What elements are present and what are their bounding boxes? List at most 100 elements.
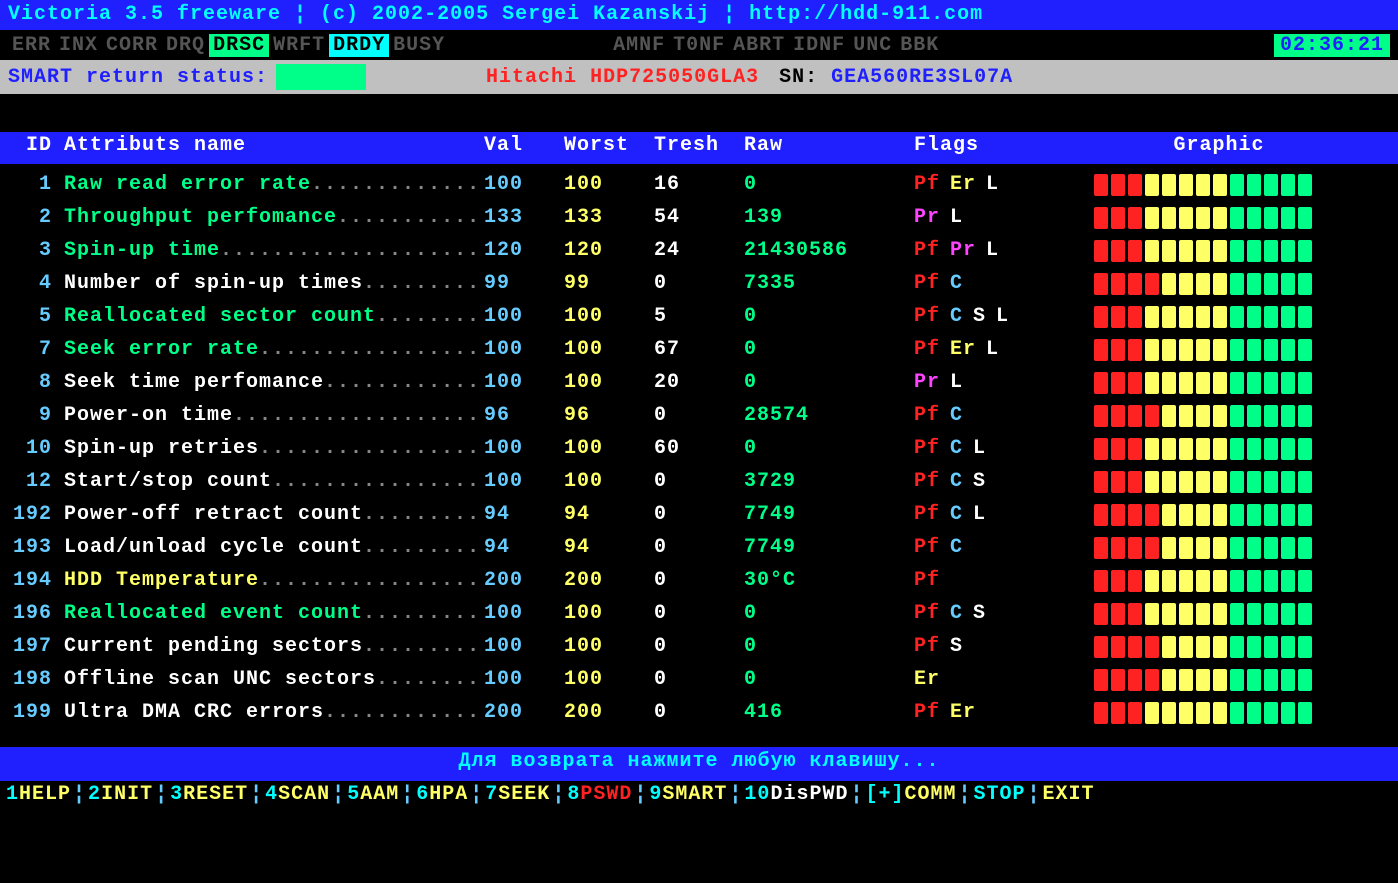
attr-raw: 139 xyxy=(744,206,914,229)
menu-pswd[interactable]: 8PSWD xyxy=(565,783,634,813)
menu-init[interactable]: 2INIT xyxy=(86,783,155,813)
bar-block xyxy=(1145,405,1159,427)
menu-dispwd[interactable]: 10DisPWD xyxy=(742,783,850,813)
menu-smart[interactable]: 9SMART xyxy=(647,783,729,813)
bar-block xyxy=(1111,207,1125,229)
bar-block xyxy=(1145,339,1159,361)
bar-block xyxy=(1298,537,1312,559)
attr-worst: 133 xyxy=(564,206,654,229)
bar-block xyxy=(1230,240,1244,262)
bar-block xyxy=(1281,702,1295,724)
menu-aam[interactable]: 5AAM xyxy=(345,783,401,813)
attr-val: 100 xyxy=(484,305,564,328)
table-row: 196Reallocated event count..........1001… xyxy=(8,597,1390,630)
attr-name: Throughput perfomance............ xyxy=(64,206,484,229)
attr-worst: 100 xyxy=(564,635,654,658)
bar-block xyxy=(1247,174,1261,196)
bar-block xyxy=(1179,240,1193,262)
attr-name: Offline scan UNC sectors......... xyxy=(64,668,484,691)
bar-block xyxy=(1128,273,1142,295)
attr-name: Seek error rate.................. xyxy=(64,338,484,361)
header-val: Val xyxy=(484,134,564,162)
bar-block xyxy=(1247,603,1261,625)
bar-block xyxy=(1213,504,1227,526)
bar-block xyxy=(1145,306,1159,328)
attr-id: 193 xyxy=(8,536,64,559)
menu-separator: ¦ xyxy=(250,783,263,813)
attr-graphic xyxy=(1094,273,1344,295)
bar-block xyxy=(1264,372,1278,394)
bar-block xyxy=(1196,669,1210,691)
status-flag-drdy: DRDY xyxy=(329,34,389,57)
attr-name: Spin-up time..................... xyxy=(64,239,484,262)
attr-id: 1 xyxy=(8,173,64,196)
menu-help[interactable]: 1HELP xyxy=(4,783,73,813)
bar-block xyxy=(1264,504,1278,526)
bar-block xyxy=(1230,669,1244,691)
attr-graphic xyxy=(1094,471,1344,493)
attr-flags: PfCSL xyxy=(914,305,1094,328)
menu-scan[interactable]: 4SCAN xyxy=(263,783,332,813)
menu-stop[interactable]: STOP xyxy=(972,783,1028,813)
attr-name: Reallocated sector count......... xyxy=(64,305,484,328)
bar-block xyxy=(1213,537,1227,559)
bar-block xyxy=(1196,207,1210,229)
menu-exit[interactable]: EXIT xyxy=(1041,783,1097,813)
bar-block xyxy=(1196,339,1210,361)
attr-id: 197 xyxy=(8,635,64,658)
bar-block xyxy=(1264,273,1278,295)
bar-block xyxy=(1196,372,1210,394)
bar-block xyxy=(1230,471,1244,493)
bar-block xyxy=(1281,339,1295,361)
menu-reset[interactable]: 3RESET xyxy=(168,783,250,813)
menu-hpa[interactable]: 6HPA xyxy=(414,783,470,813)
status-flag-drsc: DRSC xyxy=(209,34,269,57)
table-row: 3Spin-up time.....................120120… xyxy=(8,234,1390,267)
menu-seek[interactable]: 7SEEK xyxy=(483,783,552,813)
bar-block xyxy=(1111,438,1125,460)
bar-block xyxy=(1179,702,1193,724)
bar-block xyxy=(1094,438,1108,460)
bar-block xyxy=(1213,240,1227,262)
attr-flags: PfCS xyxy=(914,470,1094,493)
bar-block xyxy=(1230,570,1244,592)
attr-worst: 200 xyxy=(564,569,654,592)
bar-block xyxy=(1264,174,1278,196)
bar-block xyxy=(1162,372,1176,394)
bar-block xyxy=(1128,438,1142,460)
bar-block xyxy=(1213,405,1227,427)
attr-graphic xyxy=(1094,570,1344,592)
menu-separator: ¦ xyxy=(634,783,647,813)
bar-block xyxy=(1213,471,1227,493)
attr-worst: 100 xyxy=(564,470,654,493)
bar-block xyxy=(1264,636,1278,658)
bar-block xyxy=(1128,570,1142,592)
menu-comm[interactable]: [+]COMM xyxy=(863,783,958,813)
bar-block xyxy=(1281,438,1295,460)
attr-name: Power-off retract count.......... xyxy=(64,503,484,526)
bar-block xyxy=(1179,438,1193,460)
bar-block xyxy=(1247,240,1261,262)
bar-block xyxy=(1162,702,1176,724)
prompt-bar[interactable]: Для возврата нажмите любую клавишу... xyxy=(0,747,1398,781)
bar-block xyxy=(1111,570,1125,592)
bar-block xyxy=(1247,504,1261,526)
bar-block xyxy=(1281,240,1295,262)
attr-name: Number of spin-up times.......... xyxy=(64,272,484,295)
bar-block xyxy=(1264,438,1278,460)
attr-val: 96 xyxy=(484,404,564,427)
attr-raw: 21430586 xyxy=(744,239,914,262)
bar-block xyxy=(1230,207,1244,229)
bar-block xyxy=(1247,570,1261,592)
attr-graphic xyxy=(1094,636,1344,658)
bar-block xyxy=(1247,471,1261,493)
table-row: 197Current pending sectors..........1001… xyxy=(8,630,1390,663)
attr-worst: 94 xyxy=(564,503,654,526)
bar-block xyxy=(1162,174,1176,196)
spacer xyxy=(0,94,1398,132)
attr-val: 100 xyxy=(484,470,564,493)
attr-worst: 100 xyxy=(564,602,654,625)
bar-block xyxy=(1145,273,1159,295)
bar-block xyxy=(1247,372,1261,394)
table-row: 192Power-off retract count..........9494… xyxy=(8,498,1390,531)
